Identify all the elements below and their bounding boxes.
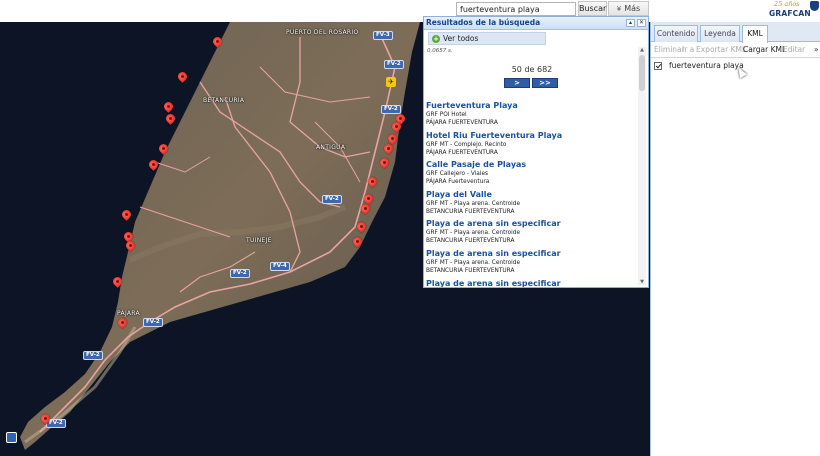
map-marker[interactable] [351, 235, 364, 250]
kml-layer-label: fuerteventura playa [669, 61, 744, 70]
results-list: Fuerteventura Playa GRF POI Hotel PÁJARA F… [426, 101, 638, 287]
place-label: PÁJARA [117, 310, 140, 317]
map-marker[interactable] [176, 70, 189, 85]
results-title: Resultados de la búsqueda [426, 18, 541, 27]
scroll-up-icon[interactable]: ▲ [638, 47, 646, 53]
road-shield: FV-4 [270, 262, 290, 271]
road-shield: FV-2 [384, 60, 404, 69]
search-results-panel: Resultados de la búsqueda ▴ ✕ + Ver todos… [423, 16, 649, 288]
airport-icon: ✈ [386, 77, 396, 87]
map-marker[interactable] [211, 35, 224, 50]
map-marker[interactable] [147, 158, 160, 173]
load-kml-button[interactable]: Cargar KML [743, 45, 786, 54]
result-item[interactable]: Hotel Riu Fuerteventura Playa GRF MT - Co… [426, 131, 638, 161]
result-place: PÁJARA FUERTEVENTURA [426, 120, 498, 126]
side-tabs: Contenido Leyenda KML [651, 22, 820, 43]
map-marker[interactable] [39, 412, 52, 427]
result-type: GRF MT - Playa arena. Centroide [426, 230, 521, 237]
close-icon[interactable]: ✕ [637, 19, 646, 27]
grafcan-logo: 25 años GRAFCAN [766, 0, 820, 22]
road-shield: FV-2 [322, 195, 342, 204]
top-toolbar: Buscar ¥Más 25 años GRAFCAN [0, 0, 820, 22]
result-title[interactable]: Calle Pasaje de Playas [426, 160, 638, 170]
view-all-button[interactable]: + Ver todos [428, 32, 546, 45]
chevrons-down-icon: ¥ [616, 5, 622, 13]
delete-button[interactable]: Eliminar [654, 45, 685, 54]
map-marker[interactable] [124, 239, 137, 254]
layer-checkbox[interactable] [654, 62, 662, 70]
view-all-label: Ver todos [443, 34, 479, 43]
tab-kml[interactable]: KML [742, 25, 768, 43]
road-shield: FV-2 [143, 318, 163, 327]
results-scrollbar[interactable]: ▲ ▼ [638, 47, 646, 285]
map-marker[interactable] [157, 142, 170, 157]
place-label: ANTIGUA [316, 144, 346, 151]
result-type: GRF MT - Playa arena. Centroide [426, 259, 521, 266]
result-type: GRF MT - Complejo. Recinto [426, 141, 507, 148]
side-panel: Contenido Leyenda KML Eliminar Ir a Expo… [650, 22, 820, 456]
goto-button[interactable]: Ir a [682, 45, 694, 54]
place-label: BETANCURIA [203, 97, 245, 104]
map-marker[interactable] [111, 275, 124, 290]
map-marker[interactable] [120, 208, 133, 223]
pegman-icon[interactable] [6, 432, 17, 443]
road-shield: FV-2 [230, 269, 250, 278]
result-place: BETANCURIA FUERTEVENTURA [426, 238, 515, 245]
more-label: Más [624, 4, 641, 13]
scroll-thumb[interactable] [639, 55, 645, 91]
road-shield: FV-2 [83, 351, 103, 360]
export-kml-button[interactable]: Exportar KML [696, 45, 746, 54]
overflow-icon[interactable]: » [814, 45, 819, 54]
result-item[interactable]: Playa del Valle GRF MT - Playa arena. Cen… [426, 190, 638, 220]
kml-toolbar: Eliminar Ir a Exportar KML Cargar KML Ed… [651, 42, 820, 58]
result-title[interactable]: Playa de arena sin especificar [426, 219, 638, 229]
result-title[interactable]: Playa de arena sin especificar [426, 249, 638, 259]
road-shield: FV-3 [373, 31, 393, 40]
tab-contenido[interactable]: Contenido [654, 25, 698, 42]
result-title[interactable]: Playa de arena sin especificar [426, 279, 638, 287]
map-marker[interactable] [382, 142, 395, 157]
map-marker[interactable] [359, 202, 372, 217]
collapse-icon[interactable]: ▴ [626, 19, 635, 27]
result-item[interactable]: Calle Pasaje de Playas GRF Callejero - Vi… [426, 160, 638, 190]
tab-leyenda[interactable]: Leyenda [700, 25, 740, 42]
next-page-button[interactable]: > [504, 78, 530, 88]
place-label: PUERTO DEL ROSARIO [286, 29, 359, 36]
place-label: TUINEJE [246, 237, 272, 244]
road-shield: FV-2 [381, 105, 401, 114]
map-marker[interactable] [366, 175, 379, 190]
result-item[interactable]: Playa de arena sin especificar [426, 279, 638, 287]
pager-status: 50 de 682 [511, 65, 553, 74]
result-item[interactable]: Playa de arena sin especificar GRF MT - P… [426, 249, 638, 279]
result-item[interactable]: Playa de arena sin especificar GRF MT - P… [426, 219, 638, 249]
edit-button[interactable]: Editar [783, 45, 805, 54]
result-place: PÁJARA Fuerteventura [426, 179, 490, 186]
result-item[interactable]: Fuerteventura Playa GRF POI Hotel PÁJARA F… [426, 101, 638, 131]
result-place: BETANCURIA FUERTEVENTURA [426, 267, 515, 274]
more-button[interactable]: ¥ Más [608, 1, 649, 16]
result-title[interactable]: Hotel Riu Fuerteventura Playa [426, 131, 638, 141]
result-type: GRF POI Hotel [426, 112, 467, 118]
result-type: GRF MT - Playa arena. Centroide [426, 200, 521, 207]
result-title[interactable]: Playa del Valle [426, 190, 638, 200]
result-type: GRF Callejero - Viales [426, 171, 489, 178]
results-header: Resultados de la búsqueda ▴ ✕ [424, 17, 648, 30]
plus-icon: + [432, 35, 440, 43]
map-marker[interactable] [355, 220, 368, 235]
query-time: 0,0657 s. [427, 48, 453, 54]
scroll-down-icon[interactable]: ▼ [638, 279, 646, 285]
map-marker[interactable] [164, 112, 177, 127]
last-page-button[interactable]: >> [532, 78, 558, 88]
search-input[interactable] [456, 2, 576, 16]
logo-brand: GRAFCAN [769, 9, 811, 18]
result-place: PÁJARA FUERTEVENTURA [426, 149, 498, 156]
map-marker[interactable] [378, 156, 391, 171]
map-marker[interactable] [116, 316, 129, 331]
result-place: BETANCURIA FUERTEVENTURA [426, 208, 515, 215]
search-button[interactable]: Buscar [578, 1, 607, 16]
coat-of-arms-icon [810, 1, 819, 11]
logo-years: 25 años [774, 0, 800, 8]
result-title[interactable]: Fuerteventura Playa [426, 101, 638, 111]
